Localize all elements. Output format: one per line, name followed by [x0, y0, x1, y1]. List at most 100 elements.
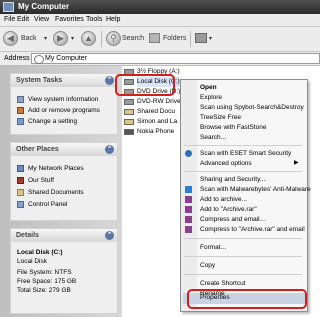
menu-search[interactable]: Search...	[200, 133, 226, 142]
views-icon[interactable]	[195, 33, 207, 43]
folders-icon[interactable]	[149, 33, 160, 43]
drive-label: DVD-RW Drive	[137, 98, 181, 105]
system-tasks-panel: System Tasks ⌃ View system information A…	[10, 73, 118, 135]
menu-format[interactable]: Format...	[200, 243, 226, 252]
control-panel-icon	[17, 201, 24, 208]
menu-separator	[184, 256, 302, 257]
winrar-icon	[185, 196, 192, 203]
menu-compress-rar-email[interactable]: Compress to "Archive.rar" and email	[200, 225, 305, 234]
menu-help[interactable]: Help	[106, 15, 120, 25]
address-label: Address	[4, 55, 30, 62]
folder-icon	[124, 109, 134, 115]
title-bar: My Computer	[0, 0, 320, 14]
drive-label: Shared Docu	[137, 108, 175, 115]
properties-highlight	[187, 289, 307, 309]
programs-icon	[17, 107, 24, 114]
up-folder-icon[interactable]: ▲	[81, 31, 96, 46]
details-total-size: Total Size: 279 GB	[17, 287, 71, 294]
views-dropdown-icon[interactable]: ▾	[209, 34, 212, 44]
menu-scan-malwarebytes[interactable]: Scan with Malwarebytes' Anti-Malware	[200, 185, 311, 194]
drive-label: Simon and La	[137, 118, 178, 125]
folders-button[interactable]: Folders	[163, 34, 186, 44]
eset-icon	[185, 150, 192, 157]
menu-separator	[184, 274, 302, 275]
place-label: Control Panel	[28, 201, 68, 208]
network-icon	[17, 165, 24, 172]
menu-treesize[interactable]: TreeSize Free	[200, 113, 241, 122]
winrar-icon	[185, 216, 192, 223]
phone-icon	[124, 129, 134, 135]
settings-icon	[17, 118, 24, 125]
place-label: Our Stuff	[28, 177, 54, 184]
local-disk-highlight	[115, 74, 175, 96]
place-label: My Network Places	[28, 165, 84, 172]
forward-dropdown-icon[interactable]: ▾	[71, 34, 74, 44]
details-panel: Details ⌃ Local Disk (C:) Local Disk Fil…	[10, 228, 118, 314]
details-header[interactable]: Details ⌃	[11, 229, 117, 242]
task-label: Change a setting	[28, 118, 78, 125]
back-button-label[interactable]: Back	[21, 34, 37, 44]
menu-scan-eset[interactable]: Scan with ESET Smart Security	[200, 149, 291, 158]
details-title: Details	[16, 232, 39, 239]
details-name: Local Disk (C:)	[17, 249, 63, 256]
collapse-icon[interactable]: ⌃	[105, 145, 114, 154]
menu-scan-spybot[interactable]: Scan using Spybot-Search&Destroy	[200, 103, 304, 112]
place-label: Shared Documents	[28, 189, 84, 196]
menu-create-shortcut[interactable]: Create Shortcut	[200, 279, 246, 288]
menu-explore[interactable]: Explore	[200, 93, 222, 102]
menu-separator	[184, 238, 302, 239]
collapse-icon[interactable]: ⌃	[105, 231, 114, 240]
address-value: My Computer	[45, 55, 88, 62]
menu-separator	[184, 171, 302, 172]
system-tasks-title: System Tasks	[16, 77, 63, 84]
menu-sharing-security[interactable]: Sharing and Security...	[200, 175, 265, 184]
menu-add-archive-rar[interactable]: Add to "Archive.rar"	[200, 205, 257, 214]
details-type: Local Disk	[17, 258, 47, 265]
menu-favorites[interactable]: Favorites	[55, 15, 84, 25]
menu-advanced-options[interactable]: Advanced options	[200, 159, 252, 168]
toolbar-separator	[190, 31, 191, 47]
back-dropdown-icon[interactable]: ▾	[44, 34, 47, 44]
other-places-panel: Other Places ⌃ My Network Places Our Stu…	[10, 142, 118, 221]
toolbar: ◀ Back ▾ ▶ ▾ ▲ ⚲ Search Folders ▾	[0, 27, 320, 52]
winrar-icon	[185, 206, 192, 213]
computer-icon	[3, 2, 14, 12]
computer-icon	[34, 55, 44, 64]
folder-icon	[17, 189, 24, 196]
info-icon	[17, 96, 24, 103]
address-input[interactable]: My Computer	[31, 53, 320, 64]
task-label: Add or remove programs	[28, 107, 100, 114]
forward-arrow-icon[interactable]: ▶	[53, 31, 68, 46]
menu-separator	[184, 145, 302, 146]
search-button[interactable]: Search	[122, 34, 144, 44]
search-icon[interactable]: ⚲	[106, 31, 121, 46]
back-arrow-icon[interactable]: ◀	[3, 31, 18, 46]
menu-edit[interactable]: Edit	[17, 15, 29, 25]
window-title: My Computer	[18, 2, 70, 11]
menu-view[interactable]: View	[34, 15, 49, 25]
folder-icon	[17, 177, 24, 184]
address-bar: Address My Computer	[0, 52, 320, 66]
system-tasks-header[interactable]: System Tasks ⌃	[11, 74, 117, 87]
dvd-icon	[124, 99, 134, 105]
menu-add-archive[interactable]: Add to archive...	[200, 195, 247, 204]
collapse-icon[interactable]: ⌃	[105, 76, 114, 85]
menu-compress-email[interactable]: Compress and email...	[200, 215, 265, 224]
toolbar-separator	[101, 31, 102, 47]
menu-open[interactable]: Open	[200, 83, 217, 92]
other-places-title: Other Places	[16, 146, 59, 153]
menu-copy[interactable]: Copy	[200, 261, 215, 270]
folder-icon	[124, 119, 134, 125]
task-label: View system information	[28, 96, 99, 103]
task-pane: System Tasks ⌃ View system information A…	[0, 66, 122, 317]
menu-file[interactable]: File	[4, 15, 15, 25]
details-file-system: File System: NTFS	[17, 269, 72, 276]
malwarebytes-icon	[185, 186, 192, 193]
submenu-arrow-icon: ▶	[294, 160, 299, 166]
menu-tools[interactable]: Tools	[86, 15, 102, 25]
menu-bar: File Edit View Favorites Tools Help	[0, 14, 320, 27]
other-places-header[interactable]: Other Places ⌃	[11, 143, 117, 156]
menu-faststone[interactable]: Browse with FastStone	[200, 123, 266, 132]
context-menu-items: Open Explore Scan using Spybot-Search&De…	[180, 79, 311, 312]
winrar-icon	[185, 226, 192, 233]
